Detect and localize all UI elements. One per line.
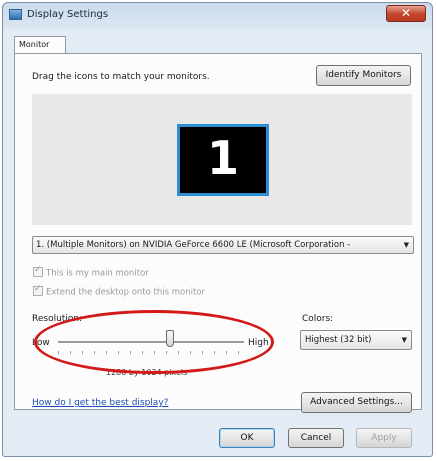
- resolution-label: Resolution:: [32, 314, 83, 324]
- resolution-low-label: Low: [32, 338, 50, 348]
- monitor-selector-dropdown[interactable]: 1. (Multiple Monitors) on NVIDIA GeForce…: [32, 236, 414, 254]
- main-monitor-checkbox[interactable]: ✓: [33, 265, 43, 277]
- best-display-help-link[interactable]: How do I get the best display?: [32, 398, 168, 408]
- resolution-slider-thumb[interactable]: [166, 330, 174, 347]
- resolution-high-label: High: [248, 338, 269, 348]
- title-bar[interactable]: Display Settings ✕: [3, 3, 432, 27]
- colors-label: Colors:: [302, 314, 334, 324]
- display-settings-icon: [9, 9, 22, 20]
- checkmark-icon: ✓: [34, 265, 42, 275]
- chevron-down-icon: ▼: [401, 336, 407, 344]
- tab-monitor[interactable]: Monitor: [14, 36, 66, 54]
- apply-button[interactable]: Apply: [356, 428, 412, 448]
- resolution-value: 1280 by 1024 pixels: [106, 368, 188, 377]
- checkmark-icon: ✓: [34, 284, 42, 294]
- cancel-button[interactable]: Cancel: [288, 428, 344, 448]
- ok-button[interactable]: OK: [219, 428, 275, 448]
- chevron-down-icon: ▼: [403, 241, 409, 249]
- advanced-settings-button[interactable]: Advanced Settings...: [301, 392, 412, 413]
- monitor-1-icon[interactable]: 1: [177, 124, 269, 196]
- extend-desktop-label: Extend the desktop onto this monitor: [46, 287, 205, 298]
- colors-dropdown[interactable]: Highest (32 bit) ▼: [300, 330, 412, 350]
- close-button[interactable]: ✕: [386, 5, 426, 22]
- monitor-selector-value: 1. (Multiple Monitors) on NVIDIA GeForce…: [36, 240, 351, 250]
- window-title: Display Settings: [27, 9, 109, 20]
- extend-desktop-checkbox-row[interactable]: ✓ Extend the desktop onto this monitor: [33, 284, 205, 298]
- extend-desktop-checkbox[interactable]: ✓: [33, 284, 43, 296]
- colors-selected-value: Highest (32 bit): [305, 335, 372, 345]
- resolution-slider-ticks: [58, 351, 244, 354]
- identify-monitors-button[interactable]: Identify Monitors: [316, 65, 411, 86]
- main-monitor-label: This is my main monitor: [46, 268, 149, 279]
- drag-instruction: Drag the icons to match your monitors.: [32, 72, 210, 82]
- main-monitor-checkbox-row[interactable]: ✓ This is my main monitor: [33, 265, 149, 279]
- resolution-slider-track[interactable]: [58, 341, 244, 344]
